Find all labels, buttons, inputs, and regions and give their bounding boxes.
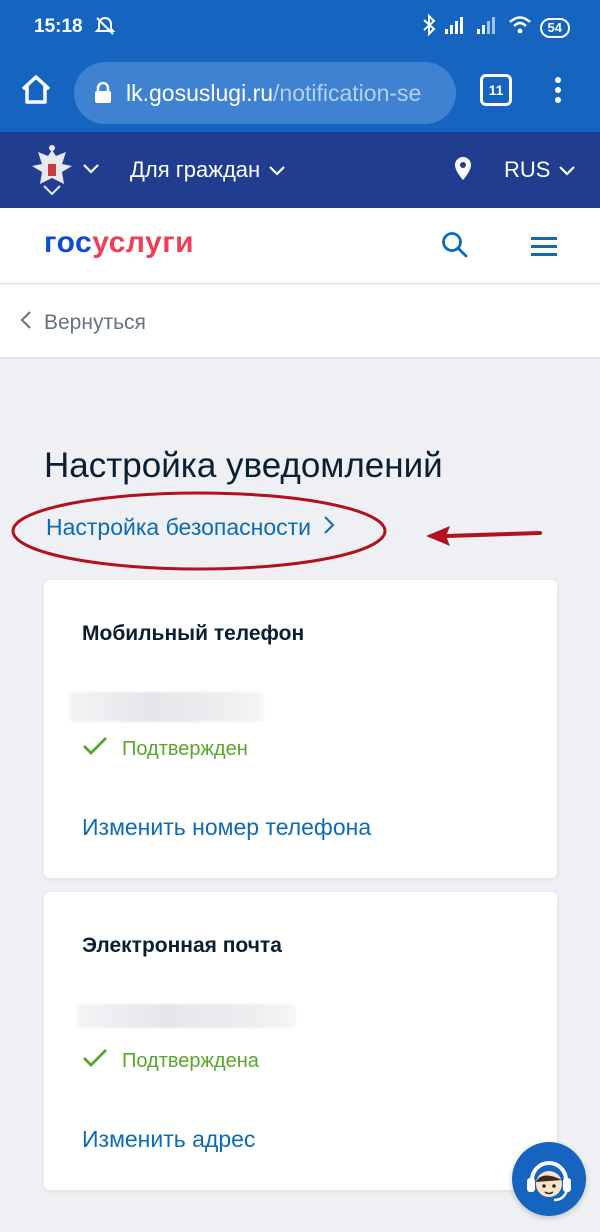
chevron-down-icon bbox=[558, 157, 576, 183]
url-text: lk.gosuslugi.ru/notification-se bbox=[126, 80, 421, 107]
address-bar[interactable]: lk.gosuslugi.ru/notification-se bbox=[74, 62, 456, 124]
chevron-down-icon bbox=[268, 157, 286, 183]
security-settings-label: Настройка безопасности bbox=[46, 514, 312, 540]
email-status-label: Подтверждена bbox=[122, 1049, 259, 1072]
chevron-left-icon bbox=[20, 310, 32, 336]
page-title: Настройка уведомлений bbox=[44, 446, 443, 485]
annotation-arrow bbox=[424, 520, 544, 557]
change-email-link[interactable]: Изменить адрес bbox=[82, 1126, 255, 1153]
back-label: Вернуться bbox=[44, 311, 146, 334]
phone-card-title: Мобильный телефон bbox=[82, 622, 305, 645]
chevron-right-icon bbox=[323, 514, 335, 541]
battery-icon: 54 bbox=[539, 17, 570, 38]
home-icon[interactable] bbox=[16, 70, 56, 110]
back-link[interactable]: Вернуться bbox=[20, 310, 146, 336]
support-chat-button[interactable] bbox=[512, 1142, 586, 1216]
language-label: RUS bbox=[504, 157, 551, 182]
search-icon[interactable] bbox=[440, 230, 470, 265]
status-bar: 15:18 54 bbox=[0, 0, 600, 56]
status-time: 15:18 bbox=[34, 16, 83, 37]
site-header: госуслуги bbox=[0, 208, 600, 284]
signal-icon bbox=[444, 15, 468, 40]
language-selector[interactable]: RUS bbox=[504, 157, 576, 183]
citizens-dropdown[interactable]: Для граждан bbox=[130, 157, 286, 183]
signal-icon-2 bbox=[476, 15, 500, 40]
change-phone-link[interactable]: Изменить номер телефона bbox=[82, 814, 371, 841]
masked-phone-number bbox=[70, 692, 264, 722]
logo-part-uslugi: услуги bbox=[92, 226, 195, 259]
masked-email-address bbox=[78, 1004, 296, 1028]
email-verified-status: Подтверждена bbox=[82, 1048, 259, 1074]
email-card: Электронная почта Подтверждена Изменить … bbox=[44, 892, 557, 1190]
lock-icon bbox=[94, 81, 112, 109]
tabs-icon[interactable]: 11 bbox=[480, 74, 512, 106]
checkmark-icon bbox=[82, 1048, 108, 1074]
email-card-title: Электронная почта bbox=[82, 934, 282, 957]
wifi-icon bbox=[508, 15, 532, 40]
kebab-menu-icon[interactable] bbox=[548, 72, 568, 108]
support-operator-icon bbox=[512, 1161, 586, 1220]
status-icons: 54 bbox=[422, 13, 570, 41]
location-pin-icon[interactable] bbox=[454, 156, 472, 187]
checkmark-icon bbox=[82, 736, 108, 762]
url-domain: lk.gosuslugi.ru bbox=[126, 80, 274, 106]
gosuslugi-logo[interactable]: госуслуги bbox=[44, 226, 194, 260]
bluetooth-icon bbox=[422, 13, 436, 41]
security-settings-link[interactable]: Настройка безопасности bbox=[46, 514, 335, 541]
chevron-down-icon[interactable] bbox=[82, 162, 100, 180]
citizens-label: Для граждан bbox=[130, 157, 261, 182]
phone-card: Мобильный телефон Подтвержден Изменить н… bbox=[44, 580, 557, 878]
url-path: /notification-se bbox=[273, 80, 422, 106]
gov-header: Для граждан RUS bbox=[0, 132, 600, 208]
hamburger-menu-icon[interactable] bbox=[530, 234, 558, 263]
phone-verified-status: Подтвержден bbox=[82, 736, 248, 762]
back-bar: Вернуться bbox=[0, 285, 600, 359]
mute-bell-icon bbox=[94, 15, 116, 42]
logo-part-gos: гос bbox=[44, 226, 93, 259]
emblem-icon[interactable] bbox=[28, 144, 76, 201]
phone-status-label: Подтвержден bbox=[122, 737, 248, 760]
browser-toolbar: lk.gosuslugi.ru/notification-se 11 bbox=[0, 56, 600, 132]
